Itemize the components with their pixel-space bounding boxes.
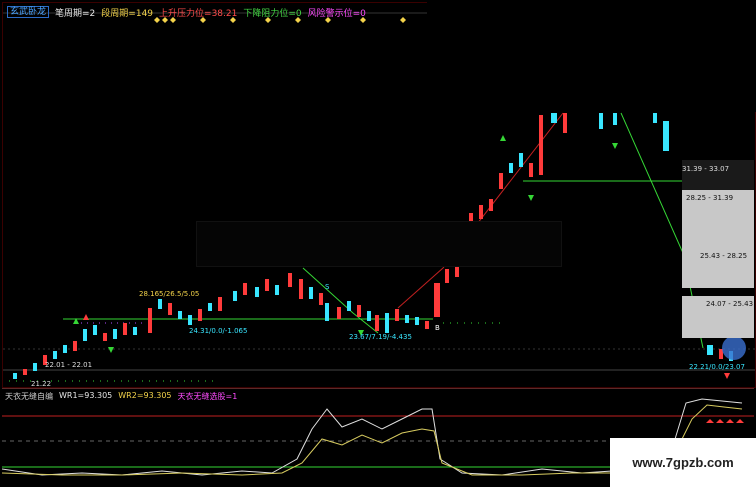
chart-label-5: 21.22	[31, 380, 52, 388]
redaction-box-mid	[196, 221, 562, 267]
duan-zhouqi-label: 段周期=149	[101, 8, 154, 19]
signal-label: 天衣无缝选股=1	[177, 392, 238, 401]
svg-text:B: B	[435, 324, 440, 332]
indicator-name-dropdown[interactable]: 玄武卧龙	[7, 6, 50, 18]
chart-label-2: 24.31/0.0/-1.065	[189, 327, 248, 335]
wr2-label: WR2=93.305	[118, 391, 172, 400]
indicator-header: 玄武卧龙 笔周期=2 段周期=149 上升压力位=38.21 下降阻力位=0 风…	[7, 6, 366, 19]
sub-indicator-name-dropdown[interactable]: 天衣无缝自编	[5, 391, 53, 402]
price-level-4: 24.07 - 25.43	[706, 300, 754, 308]
redaction-box-top	[427, 0, 756, 112]
shangsheng-label: 上升压力位=38.21	[159, 8, 238, 19]
svg-text:S: S	[325, 283, 330, 291]
chart-label-4: 22.01 - 22.01	[45, 361, 93, 369]
chart-label-1: 28.165/26.5/5.05	[139, 290, 200, 298]
bi-zhouqi-label: 笔周期=2	[55, 8, 96, 19]
fengxian-label: 风险警示位=0	[307, 8, 366, 19]
price-level-2: 28.25 - 31.39	[686, 194, 734, 202]
chart-label-6: 22.21/0.0/23.07	[689, 363, 745, 371]
wr1-label: WR1=93.305	[59, 391, 113, 400]
watermark: www.7gpzb.com	[610, 438, 756, 487]
price-level-1: 31.39 - 33.07	[682, 165, 730, 173]
price-level-3: 25.43 - 28.25	[700, 252, 748, 260]
chart-label-3: 23.67/7.19/-4.435	[349, 333, 412, 341]
sub-indicator-header: 天衣无缝自编 WR1=93.305 WR2=93.305 天衣无缝选股=1	[5, 391, 237, 402]
xiajiang-label: 下降阻力位=0	[243, 8, 302, 19]
price-level-box-4: 24.07 - 25.43	[682, 296, 754, 338]
price-level-box-3: 25.43 - 28.25	[682, 248, 754, 288]
